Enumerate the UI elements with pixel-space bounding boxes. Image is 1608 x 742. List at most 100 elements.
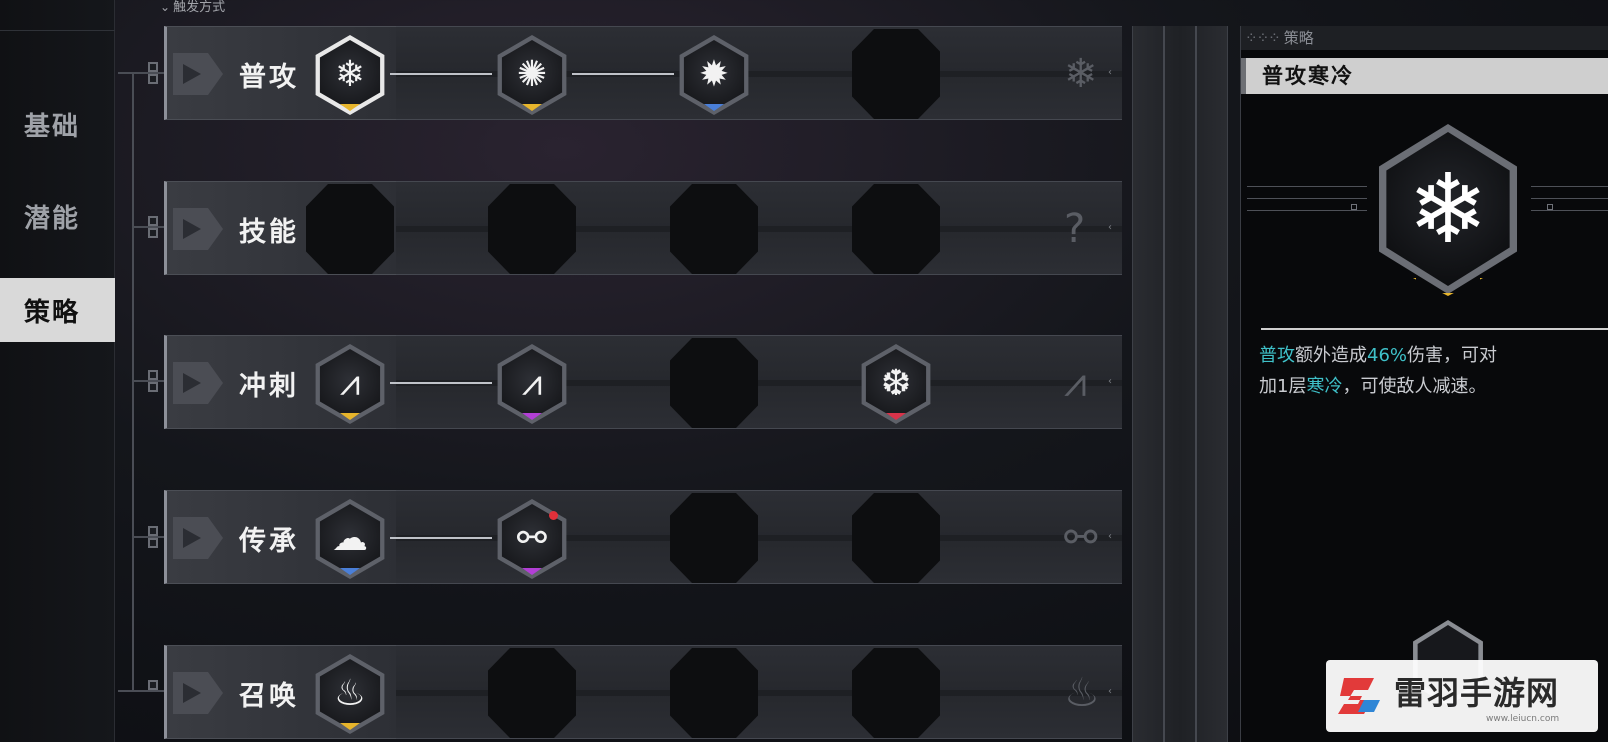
skill-slot[interactable]: ✺	[492, 35, 572, 115]
circuit-node	[1351, 204, 1357, 210]
skill-row: 召唤›♨♨‹	[164, 645, 1122, 739]
desc-text: 加1层	[1259, 376, 1307, 397]
detail-separator	[1261, 328, 1608, 330]
skill-slot[interactable]: ⩘	[492, 344, 572, 424]
claw-slash-icon: ⩘	[521, 363, 543, 404]
skill-slot[interactable]: ♨	[310, 654, 390, 734]
nav-item-potential[interactable]: 潜能	[0, 184, 115, 248]
dots-icon: ⁘⁘⁘	[1245, 29, 1281, 47]
tree-node	[148, 370, 158, 380]
empty-slot[interactable]	[852, 493, 940, 583]
trigger-method-label[interactable]: ⌄ 触发方式	[160, 0, 225, 15]
question-ghost-icon: ?	[1064, 206, 1086, 252]
empty-slot[interactable]	[488, 648, 576, 738]
nav-item-label: 潜能	[24, 203, 81, 234]
tree-connector	[118, 690, 164, 692]
skill-track: ❄ ✺ ✹ ❄ ‹	[315, 26, 1122, 120]
row-name: 冲刺	[239, 371, 299, 402]
skill-row: 普攻›❄✺✹❄‹	[164, 26, 1122, 120]
small-arrow-icon: ‹	[1108, 376, 1112, 387]
detail-title: 普攻寒冷	[1241, 58, 1608, 94]
play-arrow-icon	[173, 362, 223, 404]
empty-slot[interactable]	[670, 184, 758, 274]
skill-slot[interactable]: ✹	[674, 35, 754, 115]
circuit-line	[1247, 198, 1367, 199]
alert-dot	[549, 511, 558, 520]
divider-rail	[1195, 26, 1197, 742]
play-arrow-icon	[173, 672, 223, 714]
empty-slot[interactable]	[670, 338, 758, 428]
skill-slot[interactable]: ⚯	[492, 499, 572, 579]
chevron-down-icon: ⌄	[160, 0, 171, 14]
flame-icon: ♨	[333, 673, 367, 714]
skill-slot[interactable]: ☁	[310, 499, 390, 579]
empty-slot[interactable]	[852, 648, 940, 738]
desc-keyword: 普攻	[1259, 345, 1295, 366]
desc-text: ，可使敌人减速。	[1342, 376, 1487, 397]
skill-slot[interactable]: ❆	[856, 344, 936, 424]
small-arrow-icon: ‹	[1108, 531, 1112, 542]
slot-link	[390, 382, 492, 384]
tier-indicator	[1413, 278, 1483, 296]
skill-slot[interactable]: ⩘	[310, 344, 390, 424]
tree-node	[148, 74, 158, 84]
empty-slot[interactable]	[852, 184, 940, 274]
circuit-node	[1547, 204, 1553, 210]
tree-node	[148, 216, 158, 226]
panel-divider	[1132, 26, 1228, 742]
nav-item-basic[interactable]: 基础	[0, 92, 115, 156]
detail-category-label: 策略	[1283, 29, 1314, 47]
skill-track: ? ‹	[306, 181, 1122, 275]
node-link-ghost-icon: ⚯	[1064, 515, 1098, 561]
nav-item-label: 基础	[24, 111, 81, 142]
empty-slot[interactable]	[306, 184, 394, 274]
detail-category: ⁘⁘⁘ 策略	[1241, 26, 1608, 50]
circuit-line	[1247, 186, 1367, 187]
frost-burst-icon: ✺	[516, 54, 548, 95]
desc-value: 46%	[1367, 345, 1408, 366]
desc-text: 伤害，可对	[1407, 345, 1498, 366]
ice-shard-icon: ❆	[880, 363, 912, 404]
slot-link	[390, 73, 492, 75]
circuit-line	[1531, 198, 1608, 199]
circuit-line	[1531, 186, 1608, 187]
empty-slot[interactable]	[670, 493, 758, 583]
watermark-text: 雷羽手游网	[1394, 674, 1560, 712]
detail-description: 普攻额外造成46%伤害，可对 加1层寒冷，可使敌人减速。	[1259, 340, 1608, 402]
node-link-icon: ⚯	[516, 518, 548, 559]
desc-text: 额外造成	[1295, 345, 1367, 366]
row-name: 召唤	[239, 681, 299, 712]
detail-skill-icon: ❄	[1373, 124, 1523, 296]
skill-row: 传承›☁⚯⚯‹	[164, 490, 1122, 584]
divider-rail	[1163, 26, 1165, 742]
watermark-url: www.leiucn.com	[1486, 714, 1560, 724]
claw-ghost-icon: ⩘	[1064, 360, 1087, 406]
skill-track: ⩘ ⩘ ❆ ⩘ ‹	[315, 335, 1122, 429]
circuit-line	[1247, 210, 1367, 211]
small-arrow-icon: ‹	[1108, 686, 1112, 697]
small-arrow-icon: ‹	[1108, 67, 1112, 78]
desc-keyword: 寒冷	[1306, 376, 1343, 397]
play-arrow-icon	[173, 53, 223, 95]
skill-row: 技能›?‹	[164, 181, 1122, 275]
empty-slot[interactable]	[670, 648, 758, 738]
skill-track: ♨ ♨ ‹	[315, 645, 1122, 739]
storm-cloud-icon: ☁	[332, 518, 368, 559]
nav-divider	[0, 30, 115, 31]
row-name: 技能	[239, 217, 299, 248]
empty-slot[interactable]	[852, 29, 940, 119]
claw-slash-icon: ⩘	[339, 363, 361, 404]
play-arrow-icon	[173, 517, 223, 559]
snowflake-ghost-icon: ❄	[1064, 51, 1098, 97]
circuit-line	[1531, 210, 1608, 211]
tree-node	[148, 62, 158, 72]
tree-node	[148, 382, 158, 392]
frost-burst-small-icon: ✹	[698, 54, 730, 95]
empty-slot[interactable]	[488, 184, 576, 274]
row-name: 传承	[239, 526, 299, 557]
row-name: 普攻	[239, 62, 299, 93]
nav-item-strategy[interactable]: 策略	[0, 278, 115, 342]
left-nav: 基础 潜能 策略	[0, 0, 115, 742]
nav-item-label: 策略	[24, 297, 81, 328]
skill-slot[interactable]: ❄	[310, 35, 390, 115]
